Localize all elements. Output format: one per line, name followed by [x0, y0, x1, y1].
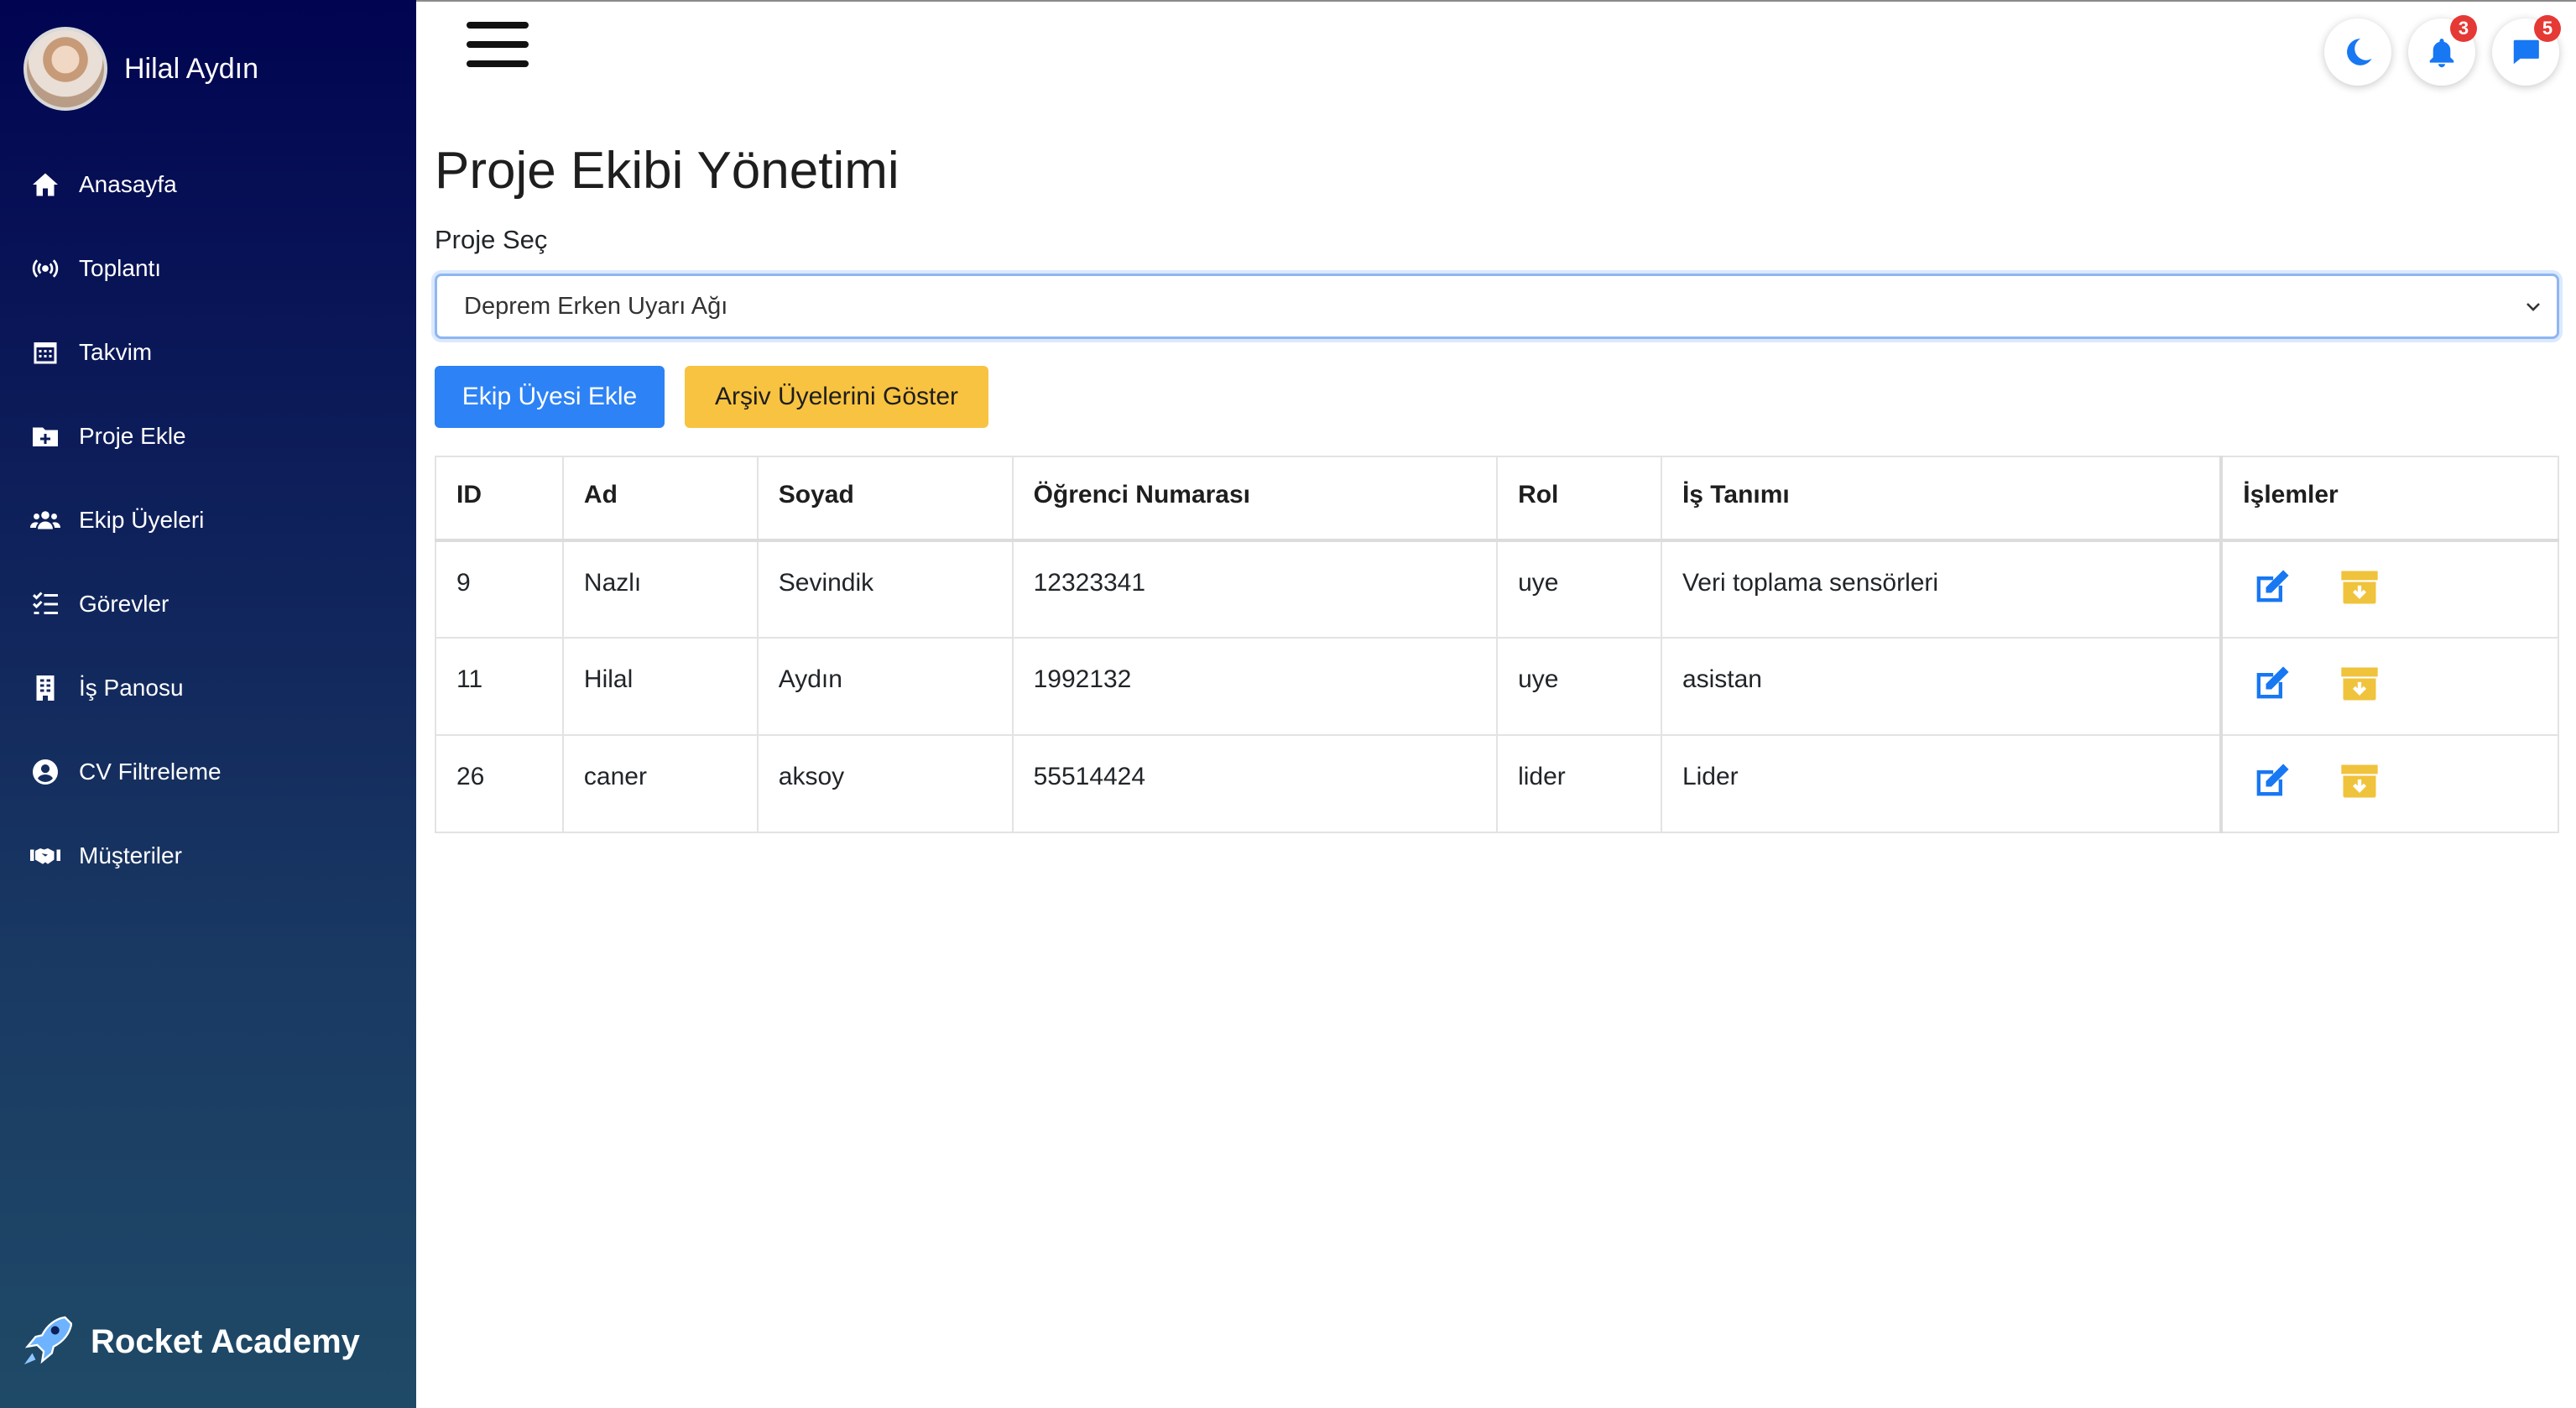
sidebar-item-gorevler[interactable]: Görevler: [0, 562, 416, 646]
cell-ad: Nazlı: [561, 540, 759, 639]
cell-ogrenci-numarasi: 12323341: [1011, 540, 1499, 639]
cell-rol: uye: [1496, 540, 1662, 639]
chat-icon: [2513, 39, 2539, 65]
dark-mode-toggle[interactable]: [2324, 18, 2391, 86]
cell-islemler: [2219, 637, 2559, 736]
project-select-value: Deprem Erken Uyarı Ağı: [464, 292, 728, 320]
handshake-icon: [29, 839, 62, 873]
notifications-button[interactable]: 3: [2408, 15, 2477, 86]
edit-icon: [2256, 666, 2289, 699]
edit-button[interactable]: [2250, 662, 2293, 706]
header-islemler: İşlemler: [2219, 456, 2559, 542]
page-title: Proje Ekibi Yönetimi: [435, 142, 900, 200]
add-member-button[interactable]: Ekip Üyesi Ekle: [435, 366, 665, 428]
list-check-icon: [29, 587, 62, 621]
table-header-row: ID Ad Soyad Öğrenci Numarası Rol İş Tanı…: [435, 456, 2559, 542]
folder-plus-icon: [29, 420, 62, 453]
user-profile[interactable]: Hilal Aydın: [23, 25, 258, 112]
sidebar: Hilal Aydın Anasayfa Toplantı Takvim Pro…: [0, 0, 416, 1408]
brand-name: Rocket Academy: [91, 1322, 360, 1360]
sidebar-item-anasayfa[interactable]: Anasayfa: [0, 143, 416, 227]
cell-ad: caner: [561, 734, 759, 833]
cell-rol: uye: [1496, 637, 1662, 736]
user-circle-icon: [29, 755, 62, 789]
header-ad: Ad: [561, 456, 759, 542]
calendar-icon: [29, 336, 62, 369]
sidebar-item-label: Toplantı: [79, 255, 162, 281]
cell-islemler: [2219, 734, 2559, 833]
sidebar-item-toplanti[interactable]: Toplantı: [0, 227, 416, 310]
table-row: 26 caner aksoy 55514424 lider Lider: [435, 734, 2559, 833]
archive-button[interactable]: [2338, 759, 2381, 803]
sidebar-item-proje-ekle[interactable]: Proje Ekle: [0, 394, 416, 478]
cell-soyad: Aydın: [756, 637, 1014, 736]
edit-icon: [2256, 570, 2289, 602]
cell-soyad: Sevindik: [756, 540, 1014, 639]
team-table: ID Ad Soyad Öğrenci Numarası Rol İş Tanı…: [435, 456, 2559, 833]
table-row: 11 Hilal Aydın 1992132 uye asistan: [435, 637, 2559, 736]
edit-button[interactable]: [2250, 759, 2293, 803]
chevron-down-icon: [2526, 303, 2540, 311]
cell-is-tanimi: asistan: [1660, 637, 2223, 736]
notifications-badge: 3: [2450, 15, 2477, 42]
cell-soyad: aksoy: [756, 734, 1014, 833]
sidebar-item-label: Takvim: [79, 339, 153, 365]
project-select[interactable]: Deprem Erken Uyarı Ağı: [435, 274, 2559, 339]
edit-icon: [2256, 764, 2289, 796]
cell-id: 11: [435, 637, 564, 736]
sidebar-item-label: Proje Ekle: [79, 423, 186, 449]
header-id: ID: [435, 456, 564, 542]
menu-toggle-button[interactable]: [467, 22, 529, 76]
moon-icon: [2347, 39, 2372, 65]
header-is-tanimi: İş Tanımı: [1660, 456, 2223, 542]
header-ogrenci-numarasi: Öğrenci Numarası: [1011, 456, 1499, 542]
sidebar-nav: Anasayfa Toplantı Takvim Proje Ekle Ekip…: [0, 143, 416, 898]
bell-icon: [2429, 39, 2454, 68]
archive-icon: [2340, 764, 2378, 798]
header-soyad: Soyad: [756, 456, 1014, 542]
user-name: Hilal Aydın: [124, 52, 259, 85]
sidebar-item-label: Müşteriler: [79, 842, 182, 868]
sidebar-item-label: Anasayfa: [79, 171, 177, 197]
cell-ogrenci-numarasi: 1992132: [1011, 637, 1499, 736]
cell-id: 9: [435, 540, 564, 639]
users-icon: [29, 503, 62, 537]
sidebar-item-cv-filtreleme[interactable]: CV Filtreleme: [0, 730, 416, 814]
sidebar-item-takvim[interactable]: Takvim: [0, 310, 416, 394]
archive-button[interactable]: [2338, 566, 2381, 609]
avatar: [23, 27, 107, 111]
building-icon: [29, 671, 62, 705]
cell-rol: lider: [1496, 734, 1662, 833]
cell-id: 26: [435, 734, 564, 833]
cell-islemler: [2219, 540, 2559, 639]
sidebar-item-is-panosu[interactable]: İş Panosu: [0, 646, 416, 730]
rocket-icon: [23, 1316, 72, 1365]
show-archive-button[interactable]: Arşiv Üyelerini Göster: [685, 366, 988, 428]
brand[interactable]: Rocket Academy: [22, 1314, 360, 1369]
sidebar-item-label: Görevler: [79, 591, 169, 617]
sidebar-item-label: İş Panosu: [79, 675, 184, 701]
sidebar-item-label: CV Filtreleme: [79, 759, 222, 785]
header-rol: Rol: [1496, 456, 1662, 542]
archive-icon: [2340, 571, 2378, 604]
edit-button[interactable]: [2250, 566, 2293, 609]
sidebar-item-label: Ekip Üyeleri: [79, 507, 205, 533]
project-select-label: Proje Seç: [435, 225, 548, 254]
messages-badge: 5: [2534, 15, 2561, 42]
archive-icon: [2340, 667, 2378, 701]
cell-ogrenci-numarasi: 55514424: [1011, 734, 1499, 833]
messages-button[interactable]: 5: [2492, 15, 2561, 86]
cell-is-tanimi: Veri toplama sensörleri: [1660, 540, 2223, 639]
sidebar-item-ekip-uyeleri[interactable]: Ekip Üyeleri: [0, 478, 416, 562]
archive-button[interactable]: [2338, 662, 2381, 706]
cell-is-tanimi: Lider: [1660, 734, 2223, 833]
cell-ad: Hilal: [561, 637, 759, 736]
sidebar-item-musteriler[interactable]: Müşteriler: [0, 814, 416, 898]
table-row: 9 Nazlı Sevindik 12323341 uye Veri topla…: [435, 540, 2559, 639]
broadcast-icon: [29, 252, 62, 285]
home-icon: [29, 168, 62, 201]
